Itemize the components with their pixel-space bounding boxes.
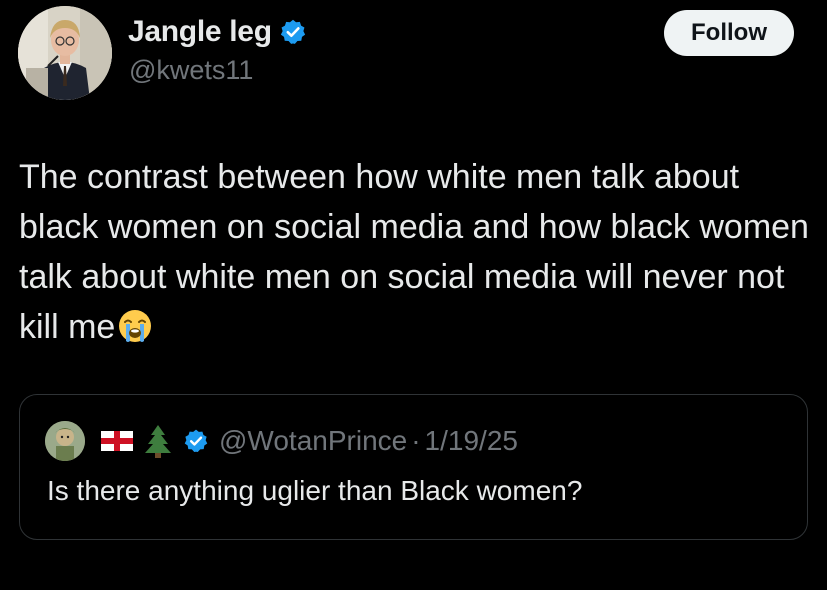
cartoon-figure-avatar-icon bbox=[45, 421, 85, 461]
author-display-name[interactable]: Jangle leg bbox=[128, 15, 272, 49]
author-name-row[interactable]: Jangle leg bbox=[128, 14, 307, 50]
loudly-crying-face-icon bbox=[117, 308, 153, 344]
author-avatar[interactable] bbox=[18, 6, 112, 100]
quoted-author-avatar[interactable] bbox=[45, 421, 85, 461]
evergreen-tree-icon bbox=[143, 423, 173, 459]
quoted-tweet-date[interactable]: 1/19/25 bbox=[425, 425, 518, 457]
author-handle[interactable]: @kwets11 bbox=[129, 55, 253, 86]
quoted-tweet-card[interactable]: @WotanPrince · 1/19/25 Is there anything… bbox=[19, 394, 808, 540]
quoted-tweet-text: Is there anything uglier than Black wome… bbox=[47, 475, 583, 506]
follow-button[interactable]: Follow bbox=[664, 10, 794, 56]
tweet-text: The contrast between how white men talk … bbox=[19, 152, 819, 352]
quoted-separator: · bbox=[411, 425, 421, 456]
verified-badge-icon bbox=[279, 18, 307, 46]
quoted-tweet-header: @WotanPrince · 1/19/25 bbox=[45, 421, 518, 461]
quoted-verified-badge-icon bbox=[183, 428, 209, 454]
quoted-author-handle[interactable]: @WotanPrince bbox=[219, 425, 407, 457]
england-flag-icon bbox=[99, 428, 135, 454]
person-at-podium-icon bbox=[18, 6, 112, 100]
